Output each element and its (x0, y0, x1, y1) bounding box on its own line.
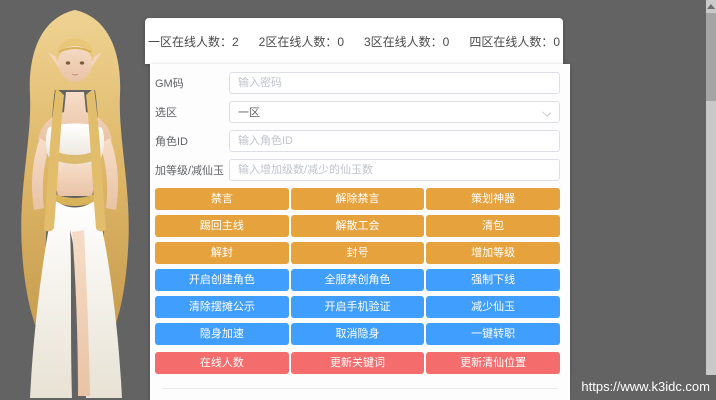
btn-cancel-stealth[interactable]: 取消隐身 (291, 323, 425, 345)
online-count-zone4: 四区在线人数：0 (469, 33, 560, 50)
button-row-7: 在线人数 更新关键词 更新清仙位置 (155, 352, 560, 374)
scroll-up-icon[interactable] (706, 0, 716, 12)
field-gm-code: GM码 (155, 72, 560, 94)
character-image (0, 0, 150, 400)
zone-select-label: 选区 (155, 104, 229, 120)
gm-code-input[interactable] (229, 72, 560, 94)
btn-add-level[interactable]: 增加等级 (426, 242, 560, 264)
btn-online-count[interactable]: 在线人数 (155, 352, 289, 374)
btn-unmute[interactable]: 解除禁言 (291, 188, 425, 210)
btn-enable-create-role[interactable]: 开启创建角色 (155, 269, 289, 291)
watermark: https://www.k3idc.com (571, 375, 716, 400)
btn-stealth-speed[interactable]: 隐身加速 (155, 323, 289, 345)
gm-panel: GM码 选区 一区 角色ID 加等级/减仙玉 禁言 解除禁言 策划神器 踢回主线… (150, 64, 570, 400)
button-row-5: 清除摆摊公示 开启手机验证 减少仙玉 (155, 296, 560, 318)
btn-reduce-jade[interactable]: 减少仙玉 (426, 296, 560, 318)
btn-update-keywords[interactable]: 更新关键词 (291, 352, 425, 374)
zone-select[interactable]: 一区 (229, 101, 560, 123)
online-count-zone2: 2区在线人数：0 (259, 33, 344, 50)
role-id-label: 角色ID (155, 133, 229, 149)
section-divider (162, 388, 558, 389)
field-level-jade: 加等级/减仙玉 (155, 159, 560, 181)
btn-ban-account[interactable]: 封号 (291, 242, 425, 264)
btn-update-qingxian-position[interactable]: 更新清仙位置 (426, 352, 560, 374)
btn-one-key-class-change[interactable]: 一键转职 (426, 323, 560, 345)
btn-planner-tool[interactable]: 策划神器 (426, 188, 560, 210)
online-count-zone3: 3区在线人数：0 (364, 33, 449, 50)
elf-girl-illustration (0, 0, 150, 400)
field-role-id: 角色ID (155, 130, 560, 152)
btn-mute[interactable]: 禁言 (155, 188, 289, 210)
button-row-1: 禁言 解除禁言 策划神器 (155, 188, 560, 210)
online-count-zone1: 一区在线人数：2 (148, 33, 239, 50)
level-jade-label: 加等级/减仙玉 (155, 162, 229, 178)
online-count-bar: 一区在线人数：2 2区在线人数：0 3区在线人数：0 四区在线人数：0 (145, 18, 563, 64)
level-jade-input[interactable] (229, 159, 560, 181)
btn-clear-stall-notice[interactable]: 清除摆摊公示 (155, 296, 289, 318)
scrollbar-thumb[interactable] (706, 13, 716, 101)
button-row-6: 隐身加速 取消隐身 一键转职 (155, 323, 560, 345)
gm-code-label: GM码 (155, 75, 229, 91)
btn-unban[interactable]: 解封 (155, 242, 289, 264)
btn-ban-create-role-all[interactable]: 全服禁创角色 (291, 269, 425, 291)
btn-kick-to-main[interactable]: 踢回主线 (155, 215, 289, 237)
zone-select-value: 一区 (238, 104, 260, 120)
btn-force-offline[interactable]: 强制下线 (426, 269, 560, 291)
button-row-4: 开启创建角色 全服禁创角色 强制下线 (155, 269, 560, 291)
btn-enable-phone-verify[interactable]: 开启手机验证 (291, 296, 425, 318)
btn-clear-bag[interactable]: 清包 (426, 215, 560, 237)
scrollbar[interactable] (706, 0, 716, 400)
role-id-input[interactable] (229, 130, 560, 152)
field-zone-select: 选区 一区 (155, 101, 560, 123)
chevron-down-icon (542, 108, 551, 117)
button-row-3: 解封 封号 增加等级 (155, 242, 560, 264)
button-row-2: 踢回主线 解散工会 清包 (155, 215, 560, 237)
btn-disband-guild[interactable]: 解散工会 (291, 215, 425, 237)
